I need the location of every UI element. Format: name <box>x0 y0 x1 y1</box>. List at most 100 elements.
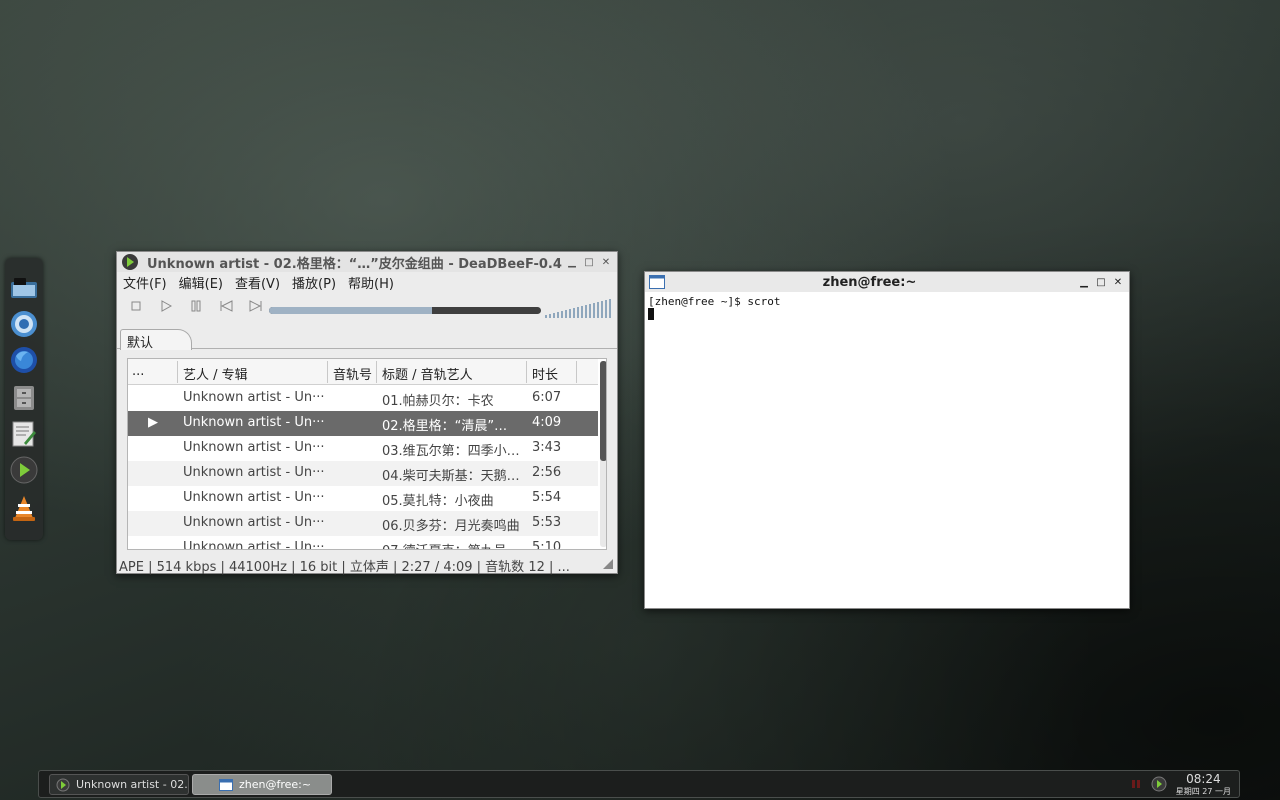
volume-step <box>553 313 555 318</box>
minimize-button[interactable]: ▁ <box>565 255 579 269</box>
volume-step <box>581 306 583 318</box>
playlist-row-playing[interactable]: ▶ Unknown artist - Un··· 02.格里格：“清晨”… 4:… <box>128 411 598 436</box>
maximize-button[interactable]: □ <box>582 255 596 269</box>
row-artist: Unknown artist - Un··· <box>183 415 325 430</box>
clock-date: 星期四 27 一月 <box>1175 787 1231 796</box>
menu-edit[interactable]: 编辑(E) <box>179 273 223 292</box>
status-bar: APE | 514 kbps | 44100Hz | 16 bit | 立体声 … <box>117 554 617 575</box>
stop-button[interactable] <box>125 295 147 317</box>
network-tray-icon[interactable] <box>1131 778 1141 793</box>
row-title: 07.德沃夏克：第九号 <box>382 540 524 549</box>
row-artist: Unknown artist - Un··· <box>183 440 325 455</box>
terminal-window-icon <box>219 778 233 791</box>
deadbeef-icon[interactable] <box>10 456 38 484</box>
vlc-icon[interactable] <box>10 494 38 522</box>
playlist-row[interactable]: Unknown artist - Un··· 04.柴可夫斯基：天鹅… 2:56 <box>128 461 598 486</box>
scrollbar-thumb[interactable] <box>600 361 606 461</box>
row-duration: 2:56 <box>532 465 562 480</box>
pause-button[interactable] <box>185 295 207 317</box>
previous-icon <box>220 300 233 312</box>
terminal-content[interactable]: [zhen@free ~]$ scrot <box>645 293 1129 608</box>
playlist-row[interactable]: Unknown artist - Un··· 05.莫扎特：小夜曲 5:54 <box>128 486 598 511</box>
minimize-button[interactable]: ▁ <box>1077 275 1091 289</box>
menu-view[interactable]: 查看(V) <box>235 273 280 292</box>
clock-time: 08:24 <box>1186 772 1221 786</box>
close-button[interactable]: ✕ <box>599 255 613 269</box>
playing-indicator: ▶ <box>148 415 158 430</box>
volume-step <box>605 300 607 318</box>
maximize-button[interactable]: □ <box>1094 275 1108 289</box>
playlist-scrollbar[interactable] <box>600 361 606 547</box>
volume-step <box>585 305 587 318</box>
playlist-tabstrip: 默认 <box>117 327 617 351</box>
taskbar-item-label: Unknown artist - 02.... <box>76 778 189 791</box>
volume-step <box>561 311 563 318</box>
window-title: zhen@free:~ <box>822 274 917 290</box>
row-title: 02.格里格：“清晨”… <box>382 419 508 434</box>
playlist-row[interactable]: Unknown artist - Un··· 01.帕赫贝尔：卡农 6:07 <box>128 386 598 411</box>
status-text: APE | 514 kbps | 44100Hz | 16 bit | 立体声 … <box>119 560 570 575</box>
menu-playback[interactable]: 播放(P) <box>292 273 336 292</box>
playlist-header: ... 艺人 / 专辑 音轨号 标题 / 音轨艺人 时长 <box>128 359 598 385</box>
next-icon <box>249 300 262 312</box>
volume-step <box>557 312 559 318</box>
row-title: 04.柴可夫斯基：天鹅… <box>382 469 520 484</box>
resize-grip-icon[interactable] <box>603 558 613 573</box>
row-title: 01.帕赫贝尔：卡农 <box>382 394 494 409</box>
clock[interactable]: 08:24 星期四 27 一月 <box>1176 772 1231 797</box>
volume-step <box>549 314 551 318</box>
close-button[interactable]: ✕ <box>1111 275 1125 289</box>
volume-step <box>589 304 591 318</box>
row-duration: 5:10 <box>532 540 562 550</box>
seek-bar-played <box>269 307 433 314</box>
previous-button[interactable] <box>215 295 237 317</box>
column-playing[interactable]: ... <box>132 364 144 379</box>
terminal-app-icon[interactable] <box>10 274 38 302</box>
volume-step <box>609 299 611 318</box>
terminal-window-icon <box>649 275 665 289</box>
row-artist: Unknown artist - Un··· <box>183 465 325 480</box>
playlist-row[interactable]: Unknown artist - Un··· 06.贝多芬：月光奏鸣曲 5:53 <box>128 511 598 536</box>
chromium-icon[interactable] <box>10 310 38 338</box>
row-duration: 5:53 <box>532 515 562 530</box>
volume-bar[interactable] <box>545 298 613 318</box>
row-title: 03.维瓦尔第：四季小… <box>382 444 520 459</box>
playback-toolbar <box>117 292 617 320</box>
playlist-row[interactable]: Unknown artist - Un··· 07.德沃夏克：第九号 5:10 <box>128 536 598 550</box>
volume-step <box>545 315 547 318</box>
play-button[interactable] <box>155 295 177 317</box>
taskbar-item-terminal[interactable]: zhen@free:~ <box>192 774 332 795</box>
volume-step <box>573 308 575 318</box>
column-track-number[interactable]: 音轨号 <box>333 364 372 383</box>
deadbeef-window: Unknown artist - 02.格里格：“…”皮尔金组曲 - DeaDB… <box>116 251 618 575</box>
playlist-row[interactable]: Unknown artist - Un··· 03.维瓦尔第：四季小… 3:43 <box>128 436 598 461</box>
column-duration[interactable]: 时长 <box>532 364 558 383</box>
deadbeef-tray-icon[interactable] <box>1151 776 1167 795</box>
volume-step <box>601 301 603 318</box>
menu-help[interactable]: 帮助(H) <box>348 273 394 292</box>
pause-icon <box>191 300 201 312</box>
column-artist-album[interactable]: 艺人 / 专辑 <box>183 364 248 383</box>
tab-default[interactable]: 默认 <box>120 329 192 351</box>
row-duration: 4:09 <box>532 415 562 430</box>
next-button[interactable] <box>245 295 267 317</box>
terminal-titlebar[interactable]: zhen@free:~ ▁ □ ✕ <box>645 272 1129 292</box>
window-title: Unknown artist - 02.格里格：“…”皮尔金组曲 - DeaDB… <box>147 256 562 272</box>
seek-bar[interactable] <box>269 307 541 314</box>
firefox-icon[interactable] <box>10 346 38 374</box>
row-duration: 5:54 <box>532 490 562 505</box>
terminal-window: zhen@free:~ ▁ □ ✕ [zhen@free ~]$ scrot <box>644 271 1130 609</box>
deadbeef-app-icon <box>121 253 139 271</box>
row-title: 05.莫扎特：小夜曲 <box>382 494 494 509</box>
menu-file[interactable]: 文件(F) <box>123 273 167 292</box>
deadbeef-icon <box>56 778 70 792</box>
text-editor-icon[interactable] <box>10 420 38 448</box>
volume-step <box>597 302 599 318</box>
stop-icon <box>131 301 141 311</box>
deadbeef-titlebar[interactable]: Unknown artist - 02.格里格：“…”皮尔金组曲 - DeaDB… <box>117 252 617 272</box>
menubar: 文件(F) 编辑(E) 查看(V) 播放(P) 帮助(H) <box>117 272 617 292</box>
file-cabinet-icon[interactable] <box>10 384 38 412</box>
taskbar-item-deadbeef[interactable]: Unknown artist - 02.... <box>49 774 189 795</box>
column-title-artist[interactable]: 标题 / 音轨艺人 <box>382 364 473 383</box>
row-artist: Unknown artist - Un··· <box>183 540 325 550</box>
